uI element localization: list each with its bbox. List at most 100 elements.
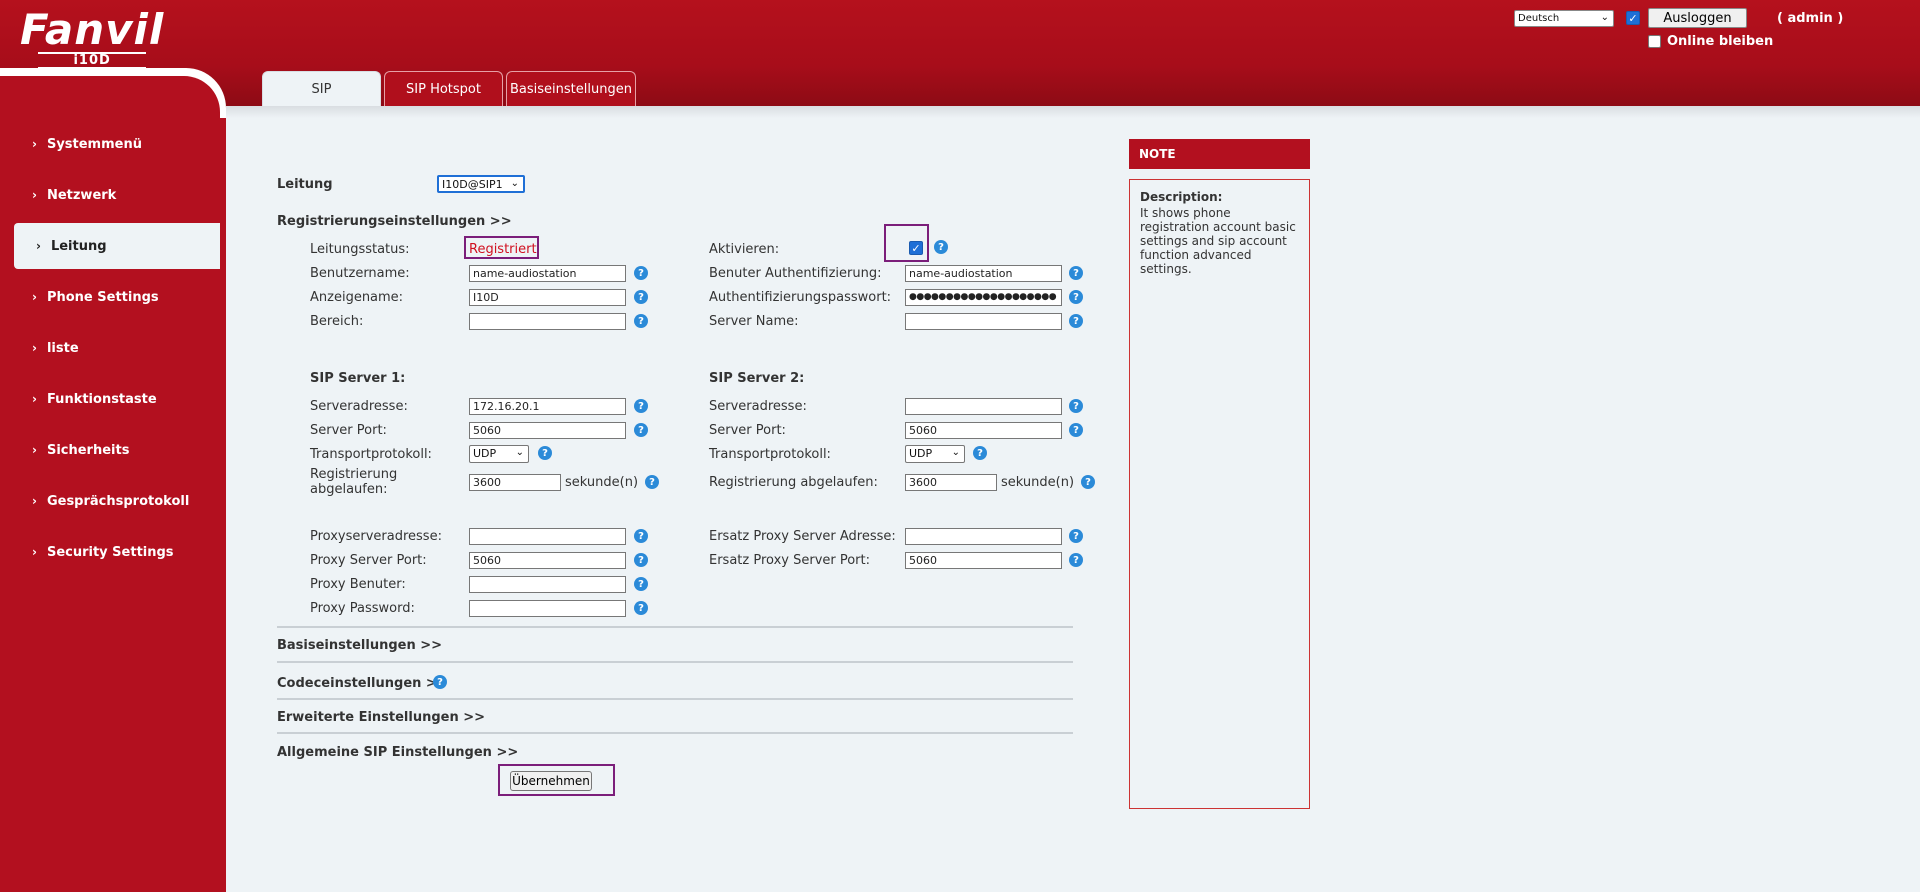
help-icon[interactable]: ? (634, 423, 648, 437)
language-checkbox[interactable]: ✓ (1626, 11, 1640, 25)
help-icon[interactable]: ? (1069, 553, 1083, 567)
transport2-label: Transportprotokoll: (709, 447, 831, 462)
auth-user-input[interactable]: name-audiostation (905, 265, 1062, 282)
sip-server1-title: SIP Server 1: (310, 371, 406, 386)
help-icon[interactable]: ? (645, 475, 659, 489)
apply-button[interactable]: Übernehmen (510, 771, 592, 791)
proxy-port-input[interactable]: 5060 (469, 552, 626, 569)
tab-basiseinstellungen[interactable]: Basiseinstellungen (506, 71, 636, 106)
help-icon[interactable]: ? (1069, 290, 1083, 304)
sidebar-item-label: Leitung (50, 238, 107, 254)
sidebar-item-label: Security Settings (46, 544, 174, 560)
sidebar-item-label: liste (46, 340, 79, 356)
activate-checkbox[interactable]: ✓ (909, 241, 923, 255)
sidebar-item-security-settings[interactable]: › Security Settings (0, 529, 220, 575)
proxy-user-input[interactable] (469, 576, 626, 593)
header-controls: Deutsch ⌄ ✓ Ausloggen ( admin ) (1514, 8, 1843, 28)
help-icon[interactable]: ? (634, 399, 648, 413)
transport1-select[interactable]: UDP ⌄ (469, 445, 529, 463)
proxy-address-label: Proxyserveradresse: (310, 529, 442, 544)
server1-address-input[interactable]: 172.16.20.1 (469, 398, 626, 415)
sidebar-item-liste[interactable]: › liste (0, 325, 220, 371)
realm-input[interactable] (469, 313, 626, 330)
sidebar-item-sicherheits[interactable]: › Sicherheits (0, 427, 220, 473)
tab-sip-hotspot[interactable]: SIP Hotspot (384, 71, 503, 106)
tab-sip[interactable]: SIP (262, 71, 381, 106)
sidebar-item-label: Funktionstaste (46, 391, 157, 407)
transport1-select-value: UDP (473, 447, 497, 460)
sidebar-item-netzwerk[interactable]: › Netzwerk (0, 172, 220, 218)
divider (277, 698, 1073, 700)
server-name-input[interactable] (905, 313, 1062, 330)
help-icon[interactable]: ? (634, 553, 648, 567)
help-icon[interactable]: ? (1069, 529, 1083, 543)
note-panel: Description: It shows phone registration… (1129, 179, 1310, 809)
help-icon[interactable]: ? (973, 446, 987, 460)
activate-label: Aktivieren: (709, 242, 780, 257)
note-description-text: It shows phone registration account basi… (1140, 206, 1296, 276)
advanced-settings-section-toggle[interactable]: Erweiterte Einstellungen >> (277, 710, 485, 725)
help-icon[interactable]: ? (634, 529, 648, 543)
server2-port-input[interactable]: 5060 (905, 422, 1062, 439)
reg-expire1-input[interactable]: 3600 (469, 474, 561, 491)
help-icon[interactable]: ? (634, 577, 648, 591)
sidebar-item-label: Netzwerk (46, 187, 117, 203)
divider (277, 626, 1073, 628)
logout-button[interactable]: Ausloggen (1648, 8, 1747, 28)
stay-online-label: Online bleiben (1667, 34, 1774, 49)
help-icon[interactable]: ? (1069, 314, 1083, 328)
help-icon[interactable]: ? (433, 675, 447, 689)
help-icon[interactable]: ? (634, 601, 648, 615)
general-sip-section-toggle[interactable]: Allgemeine SIP Einstellungen >> (277, 745, 518, 760)
backup-proxy-port-label: Ersatz Proxy Server Port: (709, 553, 871, 568)
transport2-select[interactable]: UDP ⌄ (905, 445, 965, 463)
backup-proxy-port-input[interactable]: 5060 (905, 552, 1062, 569)
help-icon[interactable]: ? (934, 240, 948, 254)
server1-port-label: Server Port: (310, 423, 387, 438)
help-icon[interactable]: ? (538, 446, 552, 460)
username-input[interactable]: name-audiostation (469, 265, 626, 282)
help-icon[interactable]: ? (1069, 423, 1083, 437)
sidebar-item-label: Gesprächsprotokoll (46, 493, 190, 509)
display-name-input[interactable]: I10D (469, 289, 626, 306)
server2-port-label: Server Port: (709, 423, 786, 438)
proxy-user-label: Proxy Benuter: (310, 577, 406, 592)
reg-expire2-unit: sekunde(n) (1001, 475, 1075, 490)
proxy-password-input[interactable] (469, 600, 626, 617)
language-select[interactable]: Deutsch ⌄ (1514, 9, 1614, 27)
auth-password-input[interactable]: ●●●●●●●●●●●●●●●●●●●● (905, 289, 1062, 306)
main-top-shadow (226, 106, 1920, 118)
help-icon[interactable]: ? (1069, 266, 1083, 280)
registration-section-toggle[interactable]: Registrierungseinstellungen >> (277, 214, 512, 229)
sidebar-item-leitung[interactable]: › Leitung (14, 223, 220, 269)
codec-settings-section-toggle[interactable]: Codeceinstellungen >> (277, 676, 448, 691)
help-icon[interactable]: ? (1069, 399, 1083, 413)
help-icon[interactable]: ? (1081, 475, 1095, 489)
sidebar-item-phone-settings[interactable]: › Phone Settings (0, 274, 220, 320)
line-select-value: I10D@SIP1 (442, 178, 503, 191)
stay-online-checkbox[interactable] (1648, 35, 1661, 48)
help-icon[interactable]: ? (634, 290, 648, 304)
line-status-label: Leitungsstatus: (310, 242, 410, 257)
proxy-port-label: Proxy Server Port: (310, 553, 427, 568)
line-select[interactable]: I10D@SIP1 ⌄ (437, 175, 525, 193)
sidebar-item-systemmenu[interactable]: › Systemmenü (0, 121, 220, 167)
chevron-right-icon: › (32, 290, 37, 304)
transport2-select-value: UDP (909, 447, 933, 460)
stay-online-toggle[interactable]: Online bleiben (1648, 34, 1773, 49)
help-icon[interactable]: ? (634, 314, 648, 328)
sip-server2-title: SIP Server 2: (709, 371, 805, 386)
backup-proxy-address-input[interactable] (905, 528, 1062, 545)
line-label: Leitung (277, 177, 333, 192)
chevron-down-icon: ⌄ (515, 447, 524, 458)
server1-port-input[interactable]: 5060 (469, 422, 626, 439)
reg-expire2-input[interactable]: 3600 (905, 474, 997, 491)
help-icon[interactable]: ? (634, 266, 648, 280)
sidebar-item-gespraechsprotokoll[interactable]: › Gesprächsprotokoll (0, 478, 220, 524)
server2-address-input[interactable] (905, 398, 1062, 415)
sidebar-item-funktionstaste[interactable]: › Funktionstaste (0, 376, 220, 422)
basic-settings-section-toggle[interactable]: Basiseinstellungen >> (277, 638, 442, 653)
reg-expire1-label: Registrierung abgelaufen: (310, 467, 398, 497)
logo-brand: Fanvil (20, 5, 165, 54)
proxy-address-input[interactable] (469, 528, 626, 545)
